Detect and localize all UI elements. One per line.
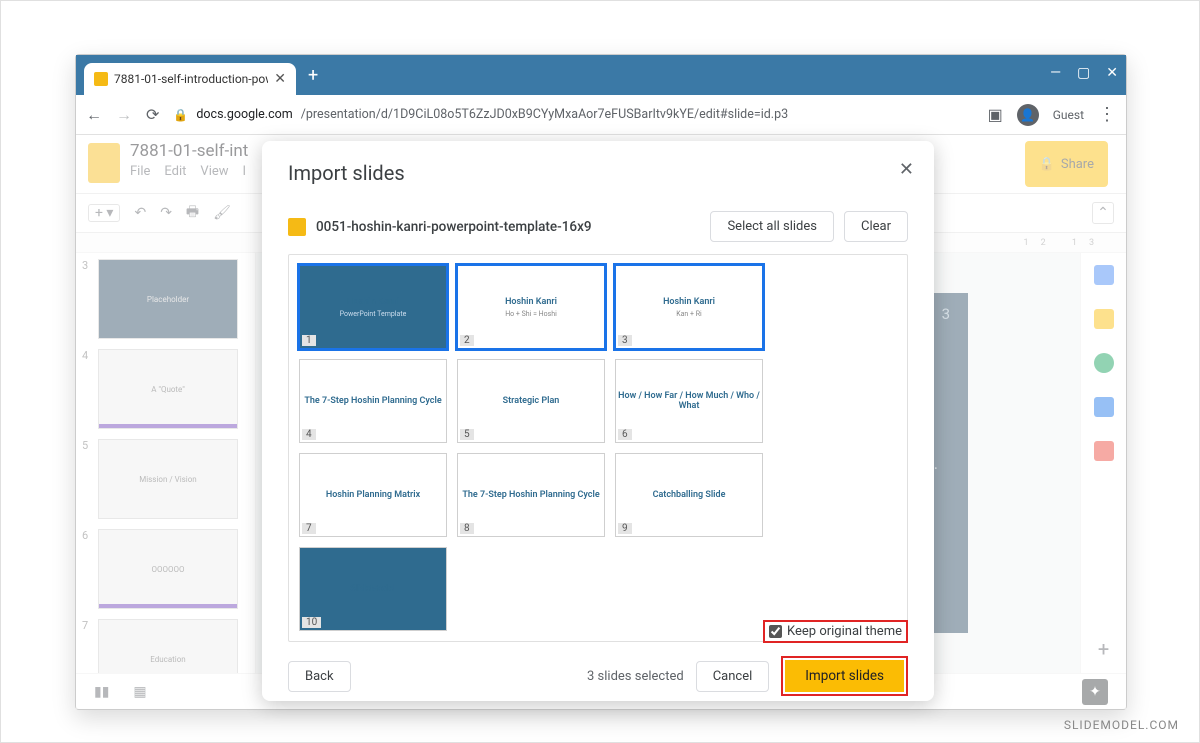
tab-close-icon[interactable]: ✕ [274, 71, 286, 87]
import-slides-dialog: Import slides ✕ 0051-hoshin-kanri-powerp… [262, 141, 934, 701]
back-button[interactable]: Back [288, 661, 351, 692]
document-title[interactable]: 7881-01-self-int [130, 141, 248, 161]
keep-original-theme-option[interactable]: Keep original theme [763, 620, 908, 643]
browser-menu-icon[interactable]: ⋮ [1098, 104, 1116, 125]
grid-view-icon[interactable]: ▦ [133, 684, 146, 700]
thumb-5: 5Mission / Vision [82, 439, 249, 519]
import-slides-button[interactable]: Import slides [785, 660, 904, 692]
page-frame: 7881-01-self-introduction-powe ✕ + — ▢ ✕… [0, 0, 1200, 743]
undo-icon[interactable]: ↶ [134, 205, 146, 221]
slides-app-icon[interactable] [88, 143, 120, 183]
print-icon[interactable]: 🖶 [186, 201, 199, 225]
chrome-window: 7881-01-self-introduction-powe ✕ + — ▢ ✕… [75, 54, 1127, 710]
import-slide-2[interactable]: Hoshin KanriHo + Shi = Hoshi2 [457, 265, 605, 349]
side-panel: + [1080, 253, 1126, 673]
tasks-icon[interactable] [1094, 353, 1114, 373]
contacts-icon[interactable] [1094, 397, 1114, 417]
watermark: SLIDEMODEL.COM [1064, 718, 1179, 732]
menu-bar: File Edit View I [130, 164, 248, 179]
import-slide-9[interactable]: Catchballing Slide9 [615, 453, 763, 537]
thumb-6: 6OOOOOO [82, 529, 249, 609]
browser-titlebar: 7881-01-self-introduction-powe ✕ + — ▢ ✕ [76, 55, 1126, 95]
menu-file[interactable]: File [130, 164, 150, 179]
window-close-icon[interactable]: ✕ [1106, 65, 1118, 81]
import-slide-4[interactable]: The 7-Step Hoshin Planning Cycle4 [299, 359, 447, 443]
calendar-icon[interactable] [1094, 265, 1114, 285]
import-slide-3[interactable]: Hoshin KanriKan + Ri3 [615, 265, 763, 349]
browser-toolbar: ← → ⟳ 🔒 docs.google.com /presentation/d/… [76, 95, 1126, 135]
import-slide-10[interactable]: SlideModel10 [299, 547, 447, 631]
lock-icon: 🔒 [1039, 157, 1055, 172]
keep-theme-label: Keep original theme [787, 624, 902, 639]
profile-label: Guest [1053, 108, 1084, 122]
nav-back-icon[interactable]: ← [86, 105, 102, 125]
slides-favicon-icon [94, 72, 108, 86]
nav-reload-icon[interactable]: ⟳ [146, 105, 159, 124]
cancel-button[interactable]: Cancel [696, 661, 770, 692]
import-slide-6[interactable]: How / How Far / How Much / Who / What6 [615, 359, 763, 443]
add-addon-icon[interactable]: + [1098, 637, 1109, 661]
thumb-4: 4A "Quote" [82, 349, 249, 429]
collapse-toolbar-icon[interactable]: ⌃ [1092, 202, 1114, 224]
import-slide-8[interactable]: The 7-Step Hoshin Planning Cycle8 [457, 453, 605, 537]
address-bar[interactable]: 🔒 docs.google.com /presentation/d/1D9CiL… [173, 107, 973, 122]
thumb-3: 3Placeholder [82, 259, 249, 339]
keep-icon[interactable] [1094, 309, 1114, 329]
menu-edit[interactable]: Edit [164, 164, 186, 179]
slide-picker: Hoshin KanriPowerPoint Template1Hoshin K… [288, 254, 908, 642]
select-all-button[interactable]: Select all slides [710, 211, 834, 242]
menu-view[interactable]: View [200, 164, 228, 179]
source-file-name: 0051-hoshin-kanri-powerpoint-template-16… [316, 219, 700, 235]
lock-icon: 🔒 [173, 108, 188, 122]
new-tab-button[interactable]: + [308, 65, 318, 86]
new-slide-button[interactable]: + ▾ [88, 204, 120, 222]
dialog-close-icon[interactable]: ✕ [899, 159, 914, 180]
slide-filmstrip[interactable]: 3Placeholder 4A "Quote" 5Mission / Visio… [76, 253, 256, 673]
panel-toggle-icon[interactable]: ▣ [988, 105, 1003, 124]
slide-page-number: 3 [942, 305, 950, 323]
nav-forward-icon[interactable]: → [116, 105, 132, 125]
window-minimize-icon[interactable]: — [1050, 65, 1061, 81]
redo-icon[interactable]: ↷ [160, 205, 172, 221]
url-domain: docs.google.com [196, 107, 292, 122]
source-file-row: 0051-hoshin-kanri-powerpoint-template-16… [288, 211, 908, 242]
paint-format-icon[interactable]: 🖌 [213, 205, 231, 221]
window-maximize-icon[interactable]: ▢ [1077, 65, 1090, 81]
dialog-title: Import slides [288, 161, 908, 185]
import-slide-1[interactable]: Hoshin KanriPowerPoint Template1 [299, 265, 447, 349]
browser-tab[interactable]: 7881-01-self-introduction-powe ✕ [84, 63, 296, 95]
import-slide-5[interactable]: Strategic Plan5 [457, 359, 605, 443]
import-highlight: Import slides [781, 656, 908, 696]
filmstrip-view-icon[interactable]: ▮▮ [94, 684, 109, 700]
profile-avatar-icon[interactable]: 👤 [1017, 104, 1039, 126]
explore-icon[interactable]: ✦ [1082, 679, 1108, 705]
maps-icon[interactable] [1094, 441, 1114, 461]
keep-theme-checkbox[interactable] [769, 625, 782, 638]
slides-file-icon [288, 218, 306, 236]
share-button[interactable]: 🔒 Share [1025, 141, 1108, 187]
tab-title: 7881-01-self-introduction-powe [114, 72, 268, 86]
menu-insert[interactable]: I [243, 164, 247, 179]
import-slide-7[interactable]: Hoshin Planning Matrix7 [299, 453, 447, 537]
thumb-7: 7Education [82, 619, 249, 673]
clear-selection-button[interactable]: Clear [844, 211, 908, 242]
url-path: /presentation/d/1D9CiL08o5T6ZzJD0xB9CYyM… [301, 107, 788, 122]
selection-status: 3 slides selected [587, 669, 684, 684]
